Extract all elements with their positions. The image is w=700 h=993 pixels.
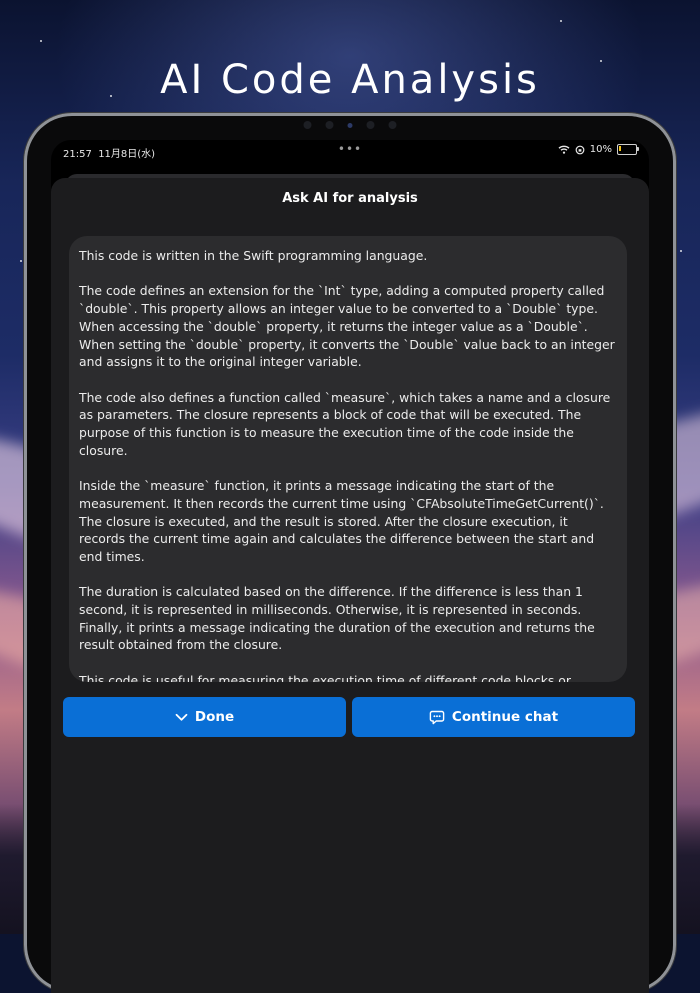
multitasking-dots[interactable]: ••• — [338, 142, 362, 156]
battery-percent: 10% — [589, 144, 612, 155]
status-date: 11月8日(水) — [98, 149, 156, 160]
orientation-lock-icon — [575, 145, 585, 154]
analysis-paragraph: The code defines an extension for the `I… — [79, 283, 619, 370]
wifi-icon — [558, 145, 570, 154]
done-button[interactable]: Done — [63, 697, 346, 737]
camera-array — [303, 121, 397, 129]
chat-bubble-icon — [429, 710, 445, 724]
status-bar: 21:57 11月8日(水) ••• 10% — [51, 140, 649, 162]
analysis-paragraph: This code is written in the Swift progra… — [79, 248, 428, 263]
chevron-down-icon — [175, 713, 188, 721]
analysis-paragraph: Inside the `measure` function, it prints… — [79, 478, 608, 564]
analysis-paragraph: The duration is calculated based on the … — [79, 584, 599, 653]
headline: AI Code Analysis — [160, 56, 540, 103]
status-indicators: 10% — [558, 144, 639, 155]
sheet-title: Ask AI for analysis — [282, 191, 418, 206]
status-time: 21:57 11月8日(水) — [63, 149, 156, 160]
analysis-text-box[interactable]: This code is written in the Swift progra… — [69, 236, 627, 682]
done-label: Done — [194, 709, 235, 725]
analysis-paragraph: The code also defines a function called … — [79, 389, 615, 458]
tablet-device: 21:57 11月8日(水) ••• 10% Ask AI for analys… — [24, 113, 676, 993]
continue-chat-label: Continue chat — [451, 709, 559, 725]
analysis-sheet: Ask AI for analysis This code is written… — [51, 178, 649, 993]
battery-charging-icon — [617, 144, 639, 155]
screen: 21:57 11月8日(水) ••• 10% Ask AI for analys… — [51, 140, 649, 993]
continue-chat-button[interactable]: Continue chat — [352, 697, 635, 737]
analysis-paragraph: This code is useful for measuring the ex… — [79, 672, 571, 682]
